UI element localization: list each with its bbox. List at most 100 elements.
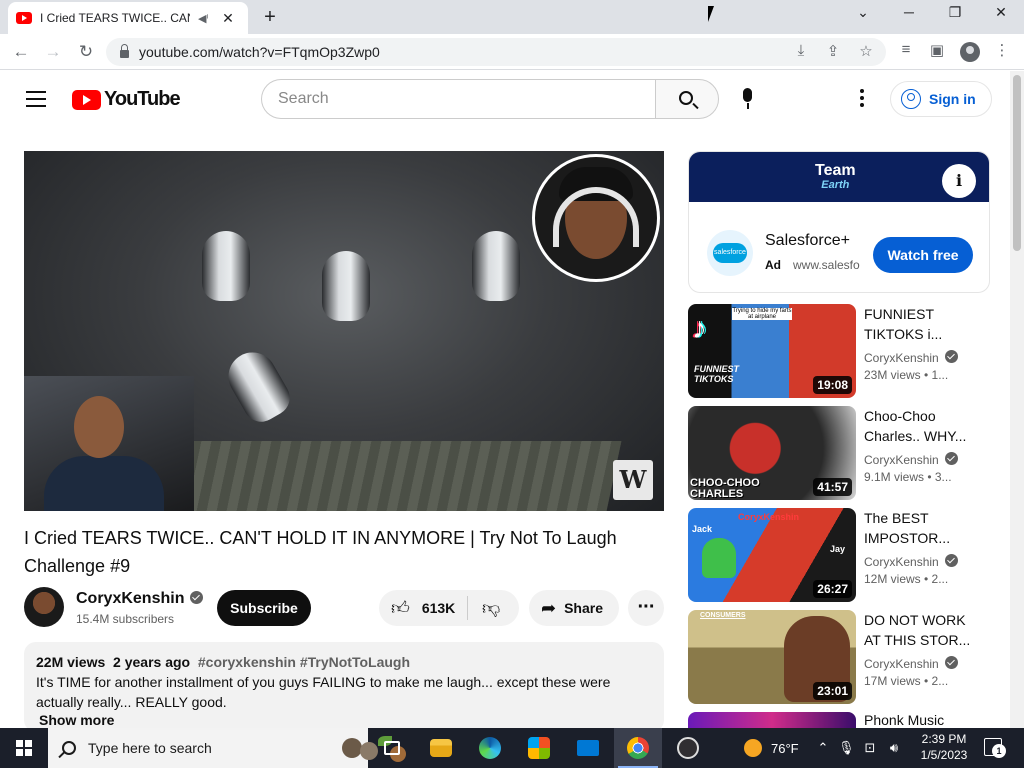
video-title[interactable]: Phonk Music — [864, 712, 974, 728]
dislike-button[interactable]: 👎︎ — [468, 590, 519, 626]
video-channel-name[interactable]: CoryxKenshin — [864, 453, 939, 467]
chevron-up-icon[interactable]: ⌃ — [815, 740, 831, 756]
channel-watermark[interactable]: W — [613, 460, 653, 500]
start-button[interactable] — [0, 728, 48, 768]
search-box[interactable] — [261, 79, 656, 119]
video-thumbnail[interactable]: CHOO-CHOO CHARLES 41:57 — [688, 406, 856, 500]
restore-button[interactable]: ❐ — [940, 4, 970, 21]
forward-arrow-icon[interactable]: → — [42, 41, 64, 63]
obs-icon[interactable] — [664, 728, 712, 768]
video-title-line2[interactable]: AT THIS STOR... — [864, 630, 974, 650]
video-channel[interactable]: CoryxKenshin — [864, 656, 958, 671]
more-actions-button[interactable]: ··· — [628, 590, 664, 626]
video-title[interactable]: Choo-Choo — [864, 406, 974, 426]
video-stats: 17M views • 2... — [864, 674, 949, 688]
tab-search-chevron-icon[interactable]: ⌄ — [848, 4, 878, 21]
recommended-video[interactable]: CONSUMERS 23:01 DO NOT WORK AT THIS STOR… — [688, 610, 990, 704]
description-box[interactable]: 22M views 2 years ago #coryxkenshin #Try… — [24, 642, 664, 732]
video-title-line2[interactable]: Charles.. WHY... — [864, 426, 974, 446]
channel-name[interactable]: CoryxKenshin — [76, 590, 204, 608]
speaker-icon[interactable]: ◀ⁱ — [198, 12, 212, 25]
store-icon[interactable] — [515, 728, 563, 768]
ledge — [166, 441, 622, 511]
video-channel-name[interactable]: CoryxKenshin — [864, 657, 939, 671]
video-title[interactable]: DO NOT WORK — [864, 610, 974, 630]
ad-card[interactable]: Team Earth i salesforce Salesforce+ Ad w… — [688, 151, 990, 293]
video-channel-name[interactable]: CoryxKenshin — [864, 351, 939, 365]
search-input[interactable] — [278, 90, 638, 108]
page-scrollbar[interactable] — [1010, 71, 1024, 728]
share-button[interactable]: ➦ Share — [529, 590, 619, 626]
video-title[interactable]: The BEST — [864, 508, 974, 528]
like-button[interactable]: 👍︎ 613K — [379, 590, 467, 626]
voice-search-button[interactable] — [728, 79, 768, 119]
lock-icon[interactable] — [120, 44, 129, 58]
video-thumbnail[interactable]: CONSUMERS 23:01 — [688, 610, 856, 704]
video-title[interactable]: FUNNIEST — [864, 304, 974, 324]
scrollbar-thumb[interactable] — [1013, 75, 1021, 251]
menu-icon[interactable] — [26, 91, 46, 107]
channel-name-text[interactable]: CoryxKenshin — [76, 590, 184, 607]
chrome-icon[interactable] — [614, 728, 662, 768]
task-view-icon[interactable] — [368, 728, 416, 768]
video-channel-name[interactable]: CoryxKenshin — [864, 555, 939, 569]
back-arrow-icon[interactable]: ← — [10, 41, 32, 63]
taskbar-search-text[interactable]: Type here to search — [88, 740, 212, 756]
close-icon[interactable]: ✕ — [220, 10, 236, 27]
weather-sun-icon[interactable] — [744, 739, 762, 757]
weather-temperature[interactable]: 76°F — [771, 741, 799, 756]
network-icon[interactable]: ⊡ — [862, 740, 878, 756]
advertiser-logo[interactable]: salesforce — [707, 230, 753, 276]
browser-tab[interactable]: I Cried TEARS TWICE.. CAN'T ◀ⁱ ✕ — [8, 2, 248, 34]
video-thumbnail[interactable] — [688, 712, 856, 728]
video-channel[interactable]: CoryxKenshin — [864, 452, 958, 467]
side-panel-icon[interactable]: ▣ — [926, 41, 948, 59]
taskbar-search[interactable]: Type here to search — [48, 728, 406, 768]
taskbar-clock[interactable]: 2:39 PM 1/5/2023 — [914, 731, 974, 763]
reload-icon[interactable]: ↻ — [75, 41, 97, 63]
microphone-tray-icon[interactable]: 🎙︎ — [838, 740, 855, 756]
video-channel[interactable]: CoryxKenshin — [864, 554, 958, 569]
thumbnail-caption: Trying to hide my farts at airplane — [732, 308, 792, 320]
profile-icon[interactable] — [960, 42, 980, 62]
install-app-icon[interactable]: ⤓ — [790, 42, 812, 59]
channel-avatar[interactable] — [24, 587, 64, 627]
video-channel[interactable]: CoryxKenshin — [864, 350, 958, 365]
new-tab-button[interactable]: + — [258, 6, 282, 29]
url-text[interactable]: youtube.com/watch?v=FTqmOp3Zwp0 — [139, 44, 380, 60]
subscribe-button[interactable]: Subscribe — [217, 590, 311, 626]
ad-banner[interactable]: Team Earth i — [689, 152, 989, 202]
settings-menu-icon[interactable] — [852, 89, 872, 109]
youtube-logo[interactable]: YouTube — [72, 88, 181, 111]
edge-icon[interactable] — [466, 728, 514, 768]
video-stats: 23M views • 1... — [864, 368, 949, 382]
advertiser-name[interactable]: Salesforce+ — [765, 232, 850, 250]
video-thumbnail[interactable]: ♪ Trying to hide my farts at airplane FU… — [688, 304, 856, 398]
info-icon[interactable]: i — [942, 164, 976, 198]
recommended-video[interactable]: CoryxKenshin Jack Jay 26:27 The BEST IMP… — [688, 508, 990, 602]
address-bar[interactable]: youtube.com/watch?v=FTqmOp3Zwp0 — [106, 38, 886, 66]
mail-icon[interactable] — [564, 728, 612, 768]
thumbs-up-icon: 👍︎ — [391, 598, 410, 618]
video-title-line2[interactable]: IMPOSTOR... — [864, 528, 974, 548]
kebab-menu-icon[interactable]: ⋮ — [991, 41, 1013, 59]
hashtags[interactable]: #coryxkenshin #TryNotToLaugh — [198, 654, 410, 670]
show-more-button[interactable]: Show more — [39, 712, 652, 728]
recommended-video[interactable]: Phonk Music — [688, 712, 990, 728]
minimize-button[interactable]: ─ — [894, 4, 924, 20]
window-close-button[interactable]: ✕ — [986, 4, 1016, 21]
watch-free-button[interactable]: Watch free — [873, 237, 973, 273]
media-control-icon[interactable]: ≡ — [895, 41, 917, 58]
view-count: 22M views — [36, 654, 106, 670]
video-thumbnail[interactable]: CoryxKenshin Jack Jay 26:27 — [688, 508, 856, 602]
recommended-video[interactable]: CHOO-CHOO CHARLES 41:57 Choo-Choo Charle… — [688, 406, 990, 500]
star-icon[interactable]: ☆ — [855, 42, 877, 60]
file-explorer-icon[interactable] — [417, 728, 465, 768]
share-page-icon[interactable]: ⇪ — [822, 42, 844, 60]
recommended-video[interactable]: ♪ Trying to hide my farts at airplane FU… — [688, 304, 990, 398]
search-button[interactable] — [655, 79, 719, 119]
video-title-line2[interactable]: TIKTOKS i... — [864, 324, 974, 344]
volume-icon[interactable]: 🔊︎ — [886, 740, 902, 756]
video-player[interactable]: W — [24, 151, 664, 511]
sign-in-button[interactable]: Sign in — [890, 81, 992, 117]
